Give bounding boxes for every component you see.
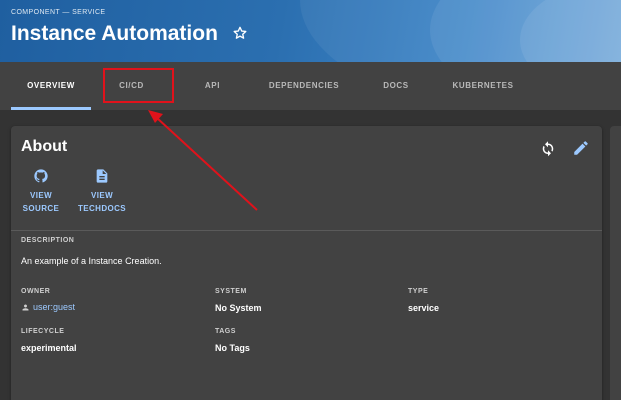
tags-value: No Tags: [215, 343, 250, 353]
tab-api[interactable]: API: [190, 62, 235, 110]
entity-kind-subtitle: COMPONENT — SERVICE: [11, 9, 106, 16]
tab-dependencies[interactable]: DEPENDENCIES: [256, 62, 352, 110]
adjacent-card-edge: [610, 126, 621, 400]
about-card: About VIEW SOURCE VIEW TECHDOCS DESCRIPT…: [11, 126, 602, 400]
document-icon: [96, 169, 108, 183]
cicd-tab-highlight-box: [103, 68, 174, 103]
description-value: An example of a Instance Creation.: [21, 256, 162, 266]
tab-overview[interactable]: OVERVIEW: [11, 62, 91, 110]
system-label: SYSTEM: [215, 288, 247, 295]
tags-label: TAGS: [215, 328, 236, 335]
edit-icon[interactable]: [572, 139, 590, 157]
page-title: Instance Automation: [11, 22, 218, 45]
owner-label: OWNER: [21, 288, 51, 295]
description-label: DESCRIPTION: [21, 237, 75, 244]
view-source-link[interactable]: VIEW SOURCE: [19, 168, 63, 215]
star-icon[interactable]: [232, 25, 248, 41]
view-source-line1: VIEW: [29, 191, 53, 200]
tab-bar: OVERVIEW CI/CD API DEPENDENCIES DOCS KUB…: [0, 62, 621, 110]
type-value: service: [408, 303, 440, 313]
type-label: TYPE: [408, 288, 429, 295]
github-icon: [34, 169, 48, 183]
about-card-title: About: [21, 138, 68, 155]
page-header: COMPONENT — SERVICE Instance Automation: [0, 0, 621, 62]
view-techdocs-line1: VIEW: [90, 191, 114, 200]
view-techdocs-line2: TECHDOCS: [77, 204, 127, 213]
lifecycle-label: LIFECYCLE: [21, 328, 65, 335]
main-content: About VIEW SOURCE VIEW TECHDOCS DESCRIPT…: [0, 110, 621, 400]
refresh-icon[interactable]: [539, 139, 557, 157]
system-value: No System: [215, 303, 262, 313]
tab-kubernetes[interactable]: KUBERNETES: [440, 62, 526, 110]
view-techdocs-link[interactable]: VIEW TECHDOCS: [72, 168, 132, 215]
about-divider: [11, 230, 602, 231]
entity-page: COMPONENT — SERVICE Instance Automation …: [0, 0, 621, 400]
user-icon: [22, 304, 29, 311]
owner-link[interactable]: user:guest: [33, 302, 75, 312]
view-source-line2: SOURCE: [22, 204, 60, 213]
header-decoration: [520, 0, 621, 62]
tab-docs[interactable]: DOCS: [370, 62, 422, 110]
lifecycle-value: experimental: [21, 343, 77, 353]
